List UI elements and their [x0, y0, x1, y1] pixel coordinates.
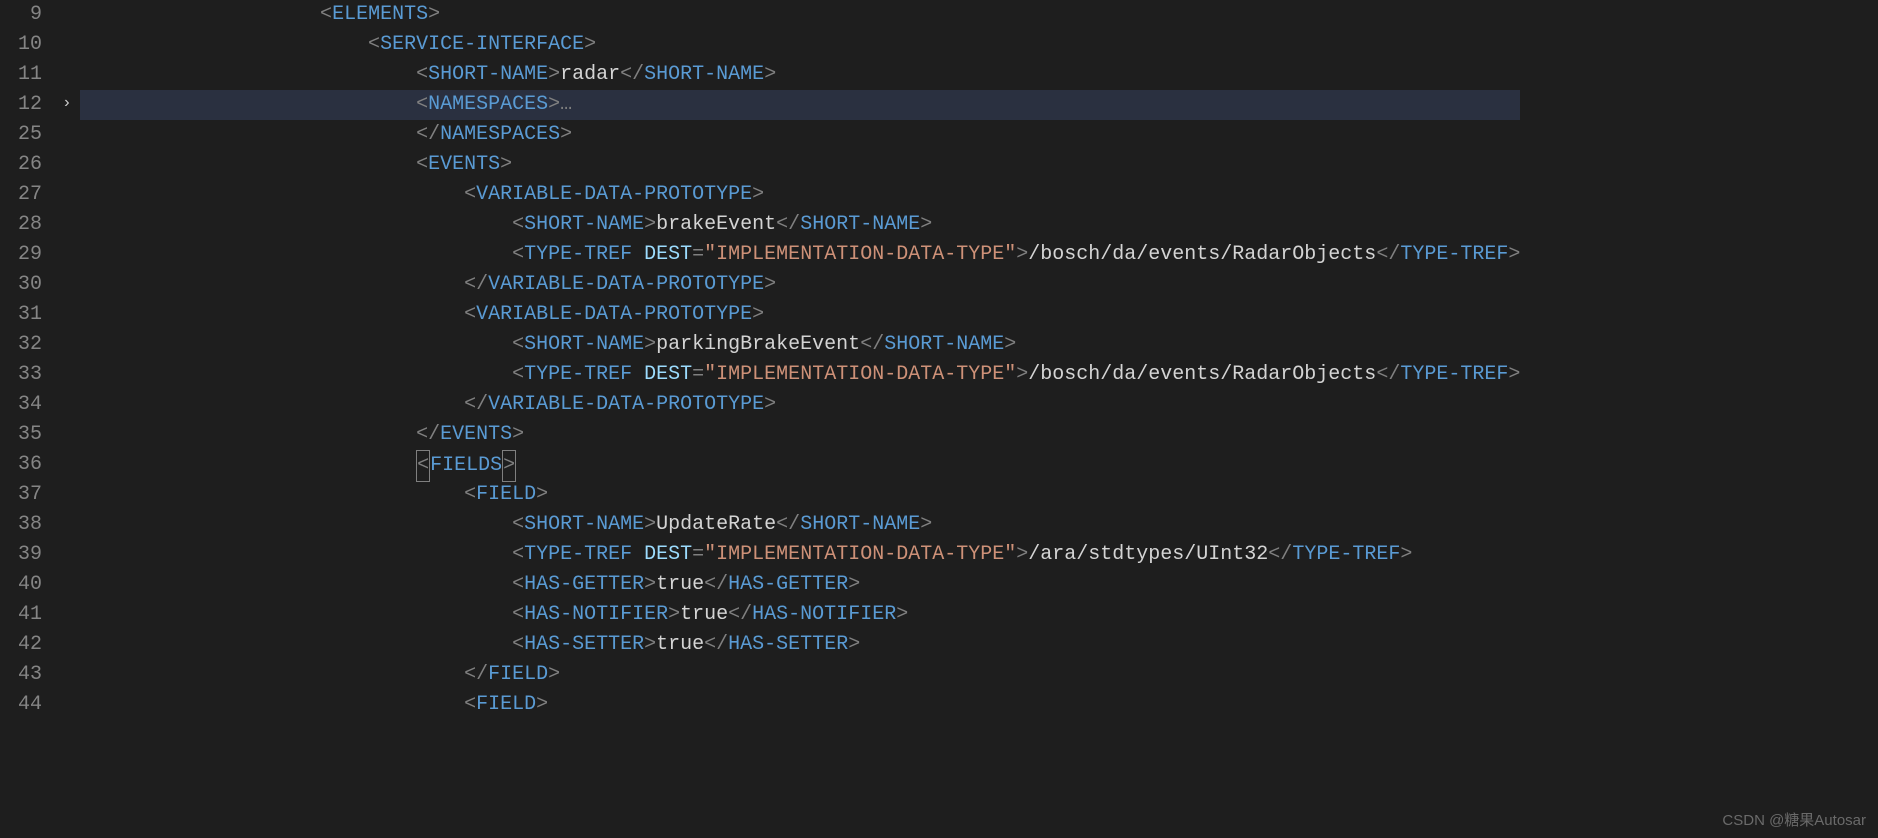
- line-number: 12: [0, 90, 42, 120]
- line-number: 32: [0, 330, 42, 360]
- code-line[interactable]: <SERVICE-INTERFACE>: [80, 30, 1520, 60]
- line-number: 31: [0, 300, 42, 330]
- code-line[interactable]: <SHORT-NAME>UpdateRate</SHORT-NAME>: [80, 510, 1520, 540]
- code-line[interactable]: <FIELDS>: [80, 450, 1520, 480]
- line-number: 26: [0, 150, 42, 180]
- line-number: 11: [0, 60, 42, 90]
- line-number: 38: [0, 510, 42, 540]
- line-number: 44: [0, 690, 42, 720]
- code-line[interactable]: <SHORT-NAME>radar</SHORT-NAME>: [80, 60, 1520, 90]
- line-number: 40: [0, 570, 42, 600]
- fold-arrow-icon[interactable]: ›: [62, 94, 72, 112]
- watermark-text: CSDN @糖果Autosar: [1722, 809, 1866, 830]
- code-editor[interactable]: 9 10 11 12 25 26 27 28 29 30 31 32 33 34…: [0, 0, 1878, 838]
- line-number: 35: [0, 420, 42, 450]
- code-line[interactable]: <ELEMENTS>: [80, 0, 1520, 30]
- code-line[interactable]: <HAS-SETTER>true</HAS-SETTER>: [80, 630, 1520, 660]
- line-number: 43: [0, 660, 42, 690]
- code-line[interactable]: <VARIABLE-DATA-PROTOTYPE>: [80, 300, 1520, 330]
- line-number: 27: [0, 180, 42, 210]
- code-line[interactable]: </VARIABLE-DATA-PROTOTYPE>: [80, 270, 1520, 300]
- code-line[interactable]: </EVENTS>: [80, 420, 1520, 450]
- line-number: 29: [0, 240, 42, 270]
- line-number: 42: [0, 630, 42, 660]
- line-number: 37: [0, 480, 42, 510]
- code-line[interactable]: </NAMESPACES>: [80, 120, 1520, 150]
- code-line[interactable]: </FIELD>: [80, 660, 1520, 690]
- line-number: 39: [0, 540, 42, 570]
- code-line[interactable]: <EVENTS>: [80, 150, 1520, 180]
- code-line-highlighted[interactable]: <NAMESPACES>…: [80, 90, 1520, 120]
- line-number: 30: [0, 270, 42, 300]
- code-area[interactable]: <ELEMENTS> <SERVICE-INTERFACE> <SHORT-NA…: [80, 0, 1878, 838]
- line-number: 9: [0, 0, 42, 30]
- line-number: 25: [0, 120, 42, 150]
- code-line[interactable]: <HAS-GETTER>true</HAS-GETTER>: [80, 570, 1520, 600]
- code-line[interactable]: <FIELD>: [80, 690, 1520, 720]
- code-line[interactable]: <FIELD>: [80, 480, 1520, 510]
- code-line[interactable]: <TYPE-TREF DEST="IMPLEMENTATION-DATA-TYP…: [80, 240, 1520, 270]
- code-line[interactable]: </VARIABLE-DATA-PROTOTYPE>: [80, 390, 1520, 420]
- line-number: 36: [0, 450, 42, 480]
- fold-column: ›: [60, 0, 80, 838]
- code-line[interactable]: <HAS-NOTIFIER>true</HAS-NOTIFIER>: [80, 600, 1520, 630]
- line-number: 10: [0, 30, 42, 60]
- line-number: 34: [0, 390, 42, 420]
- line-number: 33: [0, 360, 42, 390]
- line-number: 41: [0, 600, 42, 630]
- code-line[interactable]: <SHORT-NAME>brakeEvent</SHORT-NAME>: [80, 210, 1520, 240]
- code-line[interactable]: <TYPE-TREF DEST="IMPLEMENTATION-DATA-TYP…: [80, 540, 1520, 570]
- line-gutter: 9 10 11 12 25 26 27 28 29 30 31 32 33 34…: [0, 0, 60, 838]
- code-line[interactable]: <SHORT-NAME>parkingBrakeEvent</SHORT-NAM…: [80, 330, 1520, 360]
- line-number: 28: [0, 210, 42, 240]
- code-line[interactable]: <VARIABLE-DATA-PROTOTYPE>: [80, 180, 1520, 210]
- code-line[interactable]: <TYPE-TREF DEST="IMPLEMENTATION-DATA-TYP…: [80, 360, 1520, 390]
